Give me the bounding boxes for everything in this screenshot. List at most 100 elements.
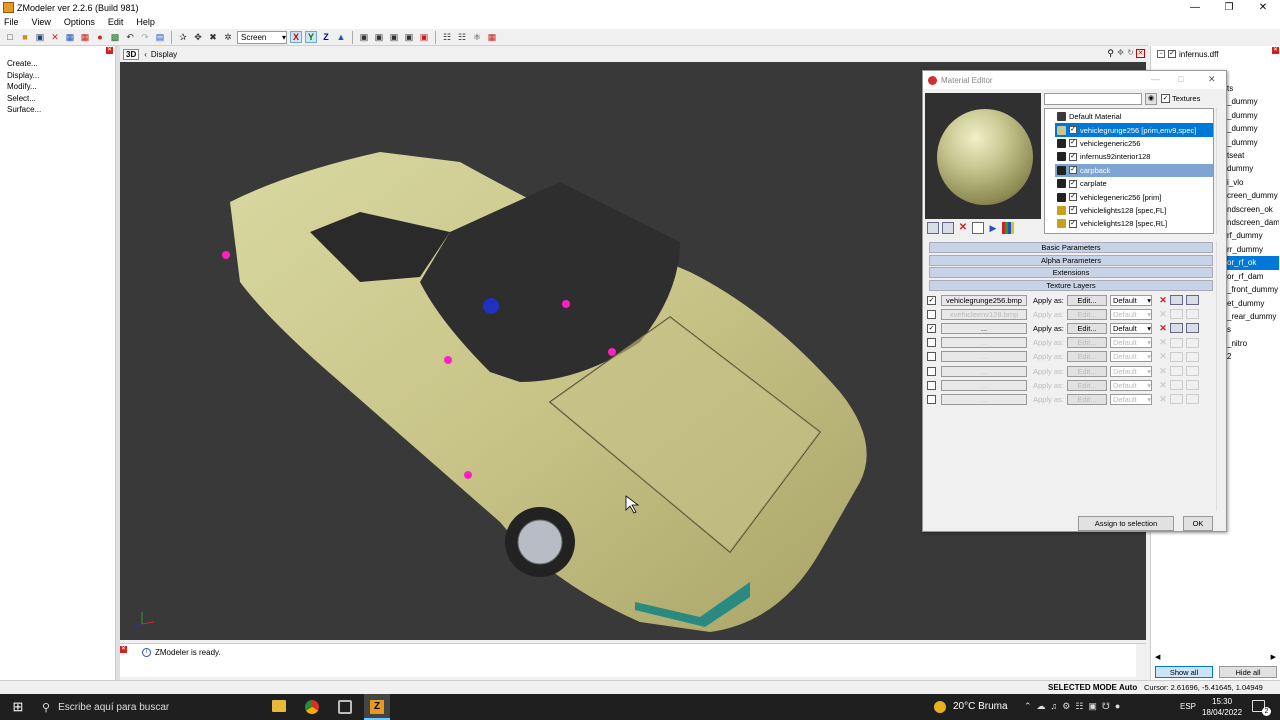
texture-file-button[interactable]: ...: [941, 322, 1027, 334]
open-folder-icon[interactable]: ■: [19, 31, 31, 43]
show-all-button[interactable]: Show all: [1155, 666, 1213, 678]
binoculars-icon[interactable]: ◉: [1145, 93, 1157, 105]
hierarchy-node[interactable]: ndscreen_ok: [1227, 203, 1279, 216]
edit-texture-button[interactable]: Edit...: [1067, 393, 1107, 405]
scale-tool-icon[interactable]: ✖: [207, 31, 219, 43]
menu-edit[interactable]: Edit: [108, 17, 124, 27]
taskbar-date[interactable]: 18/04/2022: [1202, 708, 1242, 717]
hierarchy-node[interactable]: _dummy: [1227, 136, 1279, 149]
hierarchy-node[interactable]: rr_dummy: [1227, 243, 1279, 256]
close-log-icon[interactable]: ✕: [120, 646, 127, 653]
blend-mode-select[interactable]: Default ▾: [1110, 337, 1152, 349]
material-checkbox[interactable]: ✓: [1069, 166, 1077, 175]
texture-file-button[interactable]: ...: [941, 379, 1027, 391]
hierarchy-node[interactable]: ndscreen_dam: [1227, 216, 1279, 229]
hierarchy-node[interactable]: _front_dummy: [1227, 283, 1279, 296]
texture-options-icon[interactable]: [1186, 366, 1199, 376]
axis-x-toggle[interactable]: X: [290, 31, 302, 43]
hierarchy-icon[interactable]: ☷: [441, 31, 453, 43]
texture-file-button[interactable]: ...: [941, 337, 1027, 349]
view-icon[interactable]: ▣: [418, 31, 430, 43]
maximize-icon[interactable]: □: [1178, 74, 1183, 84]
light-icon[interactable]: ▲: [335, 31, 347, 43]
hierarchy-node[interactable]: tseat: [1227, 149, 1279, 162]
texture-layer-checkbox[interactable]: [927, 394, 936, 404]
play-icon[interactable]: ▶: [987, 222, 999, 234]
material-checkbox[interactable]: ✓: [1069, 152, 1077, 161]
material-checkbox[interactable]: ✓: [1069, 179, 1077, 188]
blend-mode-select[interactable]: Default ▾: [1110, 351, 1152, 363]
language-indicator[interactable]: ESP: [1180, 702, 1196, 711]
remove-texture-icon[interactable]: ✕: [1156, 351, 1170, 362]
view-icon[interactable]: ▣: [403, 31, 415, 43]
remove-texture-icon[interactable]: ✕: [1156, 323, 1170, 334]
view-icon[interactable]: ▣: [388, 31, 400, 43]
texture-layer-checkbox[interactable]: [927, 380, 936, 390]
hierarchy-node[interactable]: et_dummy: [1227, 297, 1279, 310]
material-item[interactable]: ✓ carplate: [1055, 177, 1213, 190]
hierarchy-node[interactable]: i_vlo: [1227, 176, 1279, 189]
document-icon[interactable]: ▤: [154, 31, 166, 43]
file-explorer-icon[interactable]: [272, 700, 286, 712]
hierarchy-node[interactable]: or_rf_dam: [1227, 270, 1279, 283]
copy-texture-icon[interactable]: [1170, 380, 1183, 391]
hierarchy-node[interactable]: _nitro: [1227, 337, 1279, 350]
section-extensions[interactable]: Extensions: [929, 267, 1213, 278]
windows-start-icon[interactable]: ⊞: [0, 699, 36, 715]
menu-help[interactable]: Help: [136, 17, 155, 27]
texture-file-button[interactable]: xvehicleenv128.bmp: [941, 308, 1027, 320]
select-tool-icon[interactable]: ✰: [177, 31, 189, 43]
blend-mode-select[interactable]: Default ▾: [1110, 393, 1152, 405]
texture-options-icon[interactable]: [1186, 337, 1199, 348]
redo-icon[interactable]: ↷: [139, 31, 151, 43]
weather-text[interactable]: 20°C Bruma: [953, 701, 1008, 712]
save-icon[interactable]: ▣: [34, 31, 46, 43]
texture-options-icon[interactable]: [1186, 295, 1199, 305]
close-panel-icon[interactable]: ✕: [106, 47, 113, 54]
orbit-icon[interactable]: ↻: [1127, 48, 1134, 57]
texture-options-icon[interactable]: [1186, 380, 1199, 391]
copy-texture-icon[interactable]: [1170, 337, 1183, 348]
command-display[interactable]: Display...: [0, 70, 115, 82]
remove-texture-icon[interactable]: ✕: [1156, 366, 1170, 377]
material-item[interactable]: Default Material: [1055, 110, 1213, 123]
hierarchy-node[interactable]: s: [1227, 323, 1279, 336]
texture-file-button[interactable]: ...: [941, 351, 1027, 363]
chrome-icon[interactable]: [305, 700, 319, 714]
move-tool-icon[interactable]: ✥: [192, 31, 204, 43]
visibility-checkbox[interactable]: ✓: [1168, 50, 1176, 58]
material-icon[interactable]: ▦: [486, 31, 498, 43]
textures-toggle[interactable]: ✓ Textures: [1161, 94, 1200, 103]
texture-options-icon[interactable]: [1186, 394, 1199, 405]
pan-icon[interactable]: ✥: [1117, 48, 1124, 57]
menu-options[interactable]: Options: [64, 17, 95, 27]
palette-icon[interactable]: [1002, 222, 1014, 234]
close-hierarchy-icon[interactable]: ✕: [1272, 47, 1279, 54]
edit-texture-button[interactable]: Edit...: [1067, 308, 1107, 320]
command-modify[interactable]: Modify...: [0, 81, 115, 93]
texture-file-button[interactable]: ...: [941, 365, 1027, 377]
blend-mode-select[interactable]: Default ▾: [1110, 379, 1152, 391]
export-icon[interactable]: ▦: [79, 31, 91, 43]
hierarchy-node[interactable]: creen_dummy: [1227, 189, 1279, 202]
material-checkbox[interactable]: ✓: [1069, 206, 1077, 215]
texture-options-icon[interactable]: [1186, 351, 1199, 362]
section-alpha-parameters[interactable]: Alpha Parameters: [929, 255, 1213, 266]
blend-mode-select[interactable]: Default ▾: [1110, 308, 1152, 320]
blend-mode-select[interactable]: Default ▾: [1110, 294, 1152, 306]
section-texture-layers[interactable]: Texture Layers: [929, 280, 1213, 291]
material-checkbox[interactable]: ✓: [1069, 219, 1077, 228]
menu-view[interactable]: View: [32, 17, 51, 27]
rotate-tool-icon[interactable]: ✲: [222, 31, 234, 43]
minimize-icon[interactable]: —: [1151, 74, 1160, 84]
copy-texture-icon[interactable]: [1170, 309, 1183, 320]
command-create[interactable]: Create...: [0, 58, 115, 70]
delete-icon[interactable]: ✕: [49, 31, 61, 43]
texture-layer-checkbox[interactable]: [927, 309, 936, 319]
coord-mode-select[interactable]: Screen ▾: [237, 30, 287, 44]
scroll-left-icon[interactable]: ◀: [1155, 653, 1160, 661]
system-tray-icons[interactable]: ⌃☁♫⚙☷▣☋●: [1024, 701, 1125, 712]
material-item[interactable]: ✓ carpback: [1055, 163, 1213, 177]
material-list-scrollbar[interactable]: [1216, 108, 1224, 234]
remove-texture-icon[interactable]: ✕: [1156, 295, 1170, 306]
